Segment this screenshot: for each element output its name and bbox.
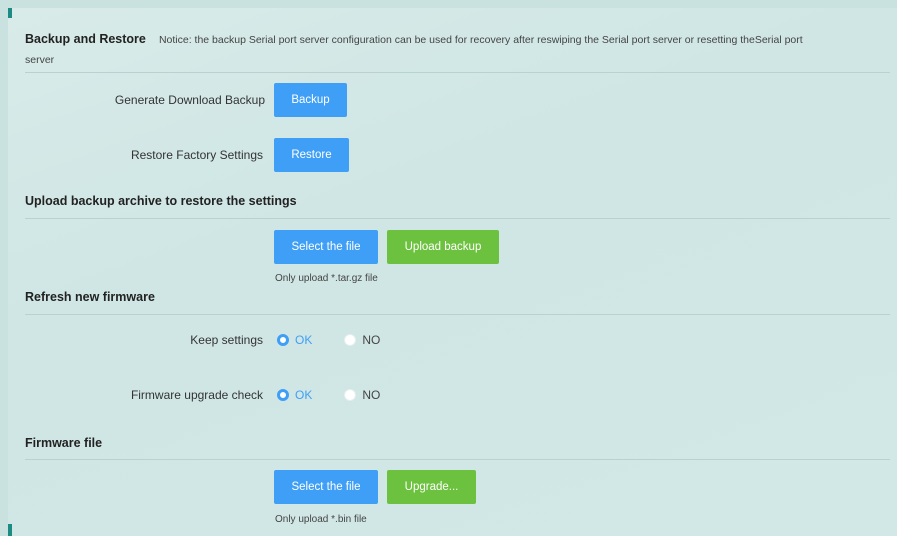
divider: [25, 72, 890, 73]
restore-factory-label: Restore Factory Settings: [130, 148, 263, 162]
firmware-section-title: Refresh new firmware: [25, 290, 155, 304]
divider: [25, 314, 890, 315]
keep-settings-label: Keep settings: [190, 333, 263, 347]
keep-settings-radio-group: OK NO: [277, 333, 380, 347]
page-title: Backup and Restore: [25, 32, 146, 46]
backup-button[interactable]: Backup: [274, 83, 347, 117]
generate-backup-label: Generate Download Backup: [114, 93, 265, 107]
notice-text-wrap: server: [25, 54, 55, 66]
upgrade-check-ok-label[interactable]: OK: [295, 388, 312, 402]
upgrade-check-no-radio[interactable]: [344, 389, 357, 401]
firmware-hint: Only upload *.bin file: [275, 514, 367, 525]
keep-settings-ok-radio[interactable]: [277, 334, 289, 346]
page-header: Backup and Restore Notice: the backup Se…: [25, 30, 890, 66]
keep-settings-ok-label[interactable]: OK: [295, 333, 312, 347]
upgrade-check-ok-radio[interactable]: [277, 389, 289, 401]
divider: [25, 218, 890, 219]
accent-marker-top: [8, 8, 12, 18]
backup-restore-panel: [8, 8, 897, 536]
upgrade-button[interactable]: Upgrade...: [387, 470, 476, 504]
firmware-file-title: Firmware file: [25, 436, 103, 450]
accent-marker-bottom: [8, 524, 12, 536]
select-firmware-button[interactable]: Select the file: [274, 470, 378, 504]
keep-settings-no-label[interactable]: NO: [362, 333, 380, 347]
upgrade-check-label: Firmware upgrade check: [130, 388, 263, 402]
archive-hint: Only upload *.tar.gz file: [275, 273, 378, 284]
notice-text: Notice: the backup Serial port server co…: [158, 34, 803, 46]
upload-section-title: Upload backup archive to restore the set…: [25, 194, 297, 208]
restore-button[interactable]: Restore: [274, 138, 349, 172]
upgrade-check-no-label[interactable]: NO: [362, 388, 380, 402]
select-archive-button[interactable]: Select the file: [274, 230, 378, 264]
upgrade-check-radio-group: OK NO: [277, 388, 380, 402]
keep-settings-no-radio[interactable]: [344, 334, 357, 346]
divider: [25, 459, 890, 460]
upload-backup-button[interactable]: Upload backup: [387, 230, 499, 264]
